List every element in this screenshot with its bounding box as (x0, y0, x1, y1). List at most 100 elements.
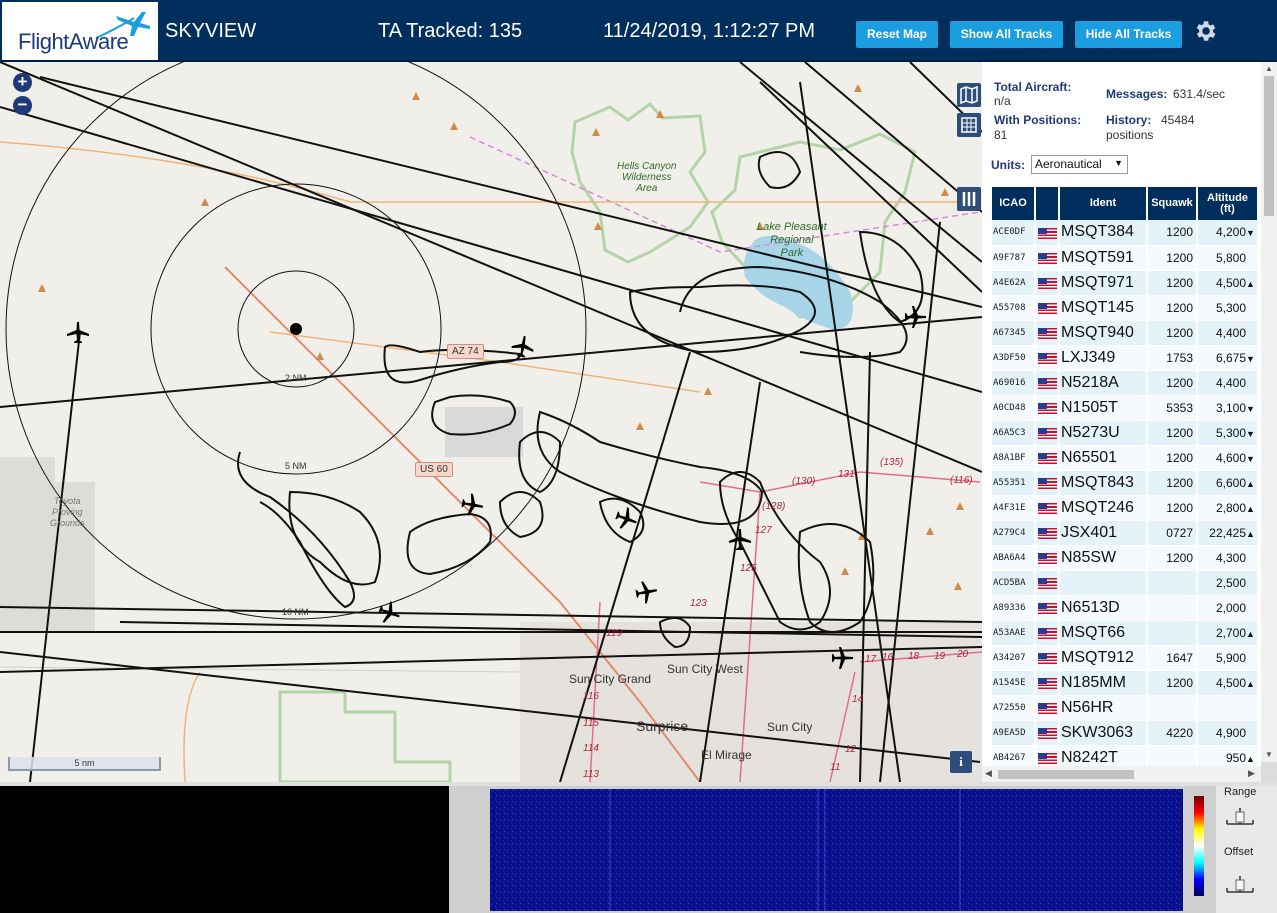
scroll-up-icon[interactable]: ▲ (1265, 64, 1273, 73)
units-select[interactable]: Aeronautical ▼ (1031, 155, 1128, 174)
table-row[interactable]: A4E62A MSQT971 1200 4,500▲ (992, 270, 1259, 296)
table-row[interactable]: ACD5BA 2,500 (992, 570, 1259, 596)
ident-cell: N1505T (1059, 395, 1148, 421)
scroll-right-icon[interactable]: ▶ (1248, 768, 1255, 779)
table-row[interactable]: ABA6A4 N85SW 1200 4,300 (992, 545, 1259, 571)
table-row[interactable]: A53AAE MSQT66 2,700▲ (992, 620, 1259, 646)
bottom-park (278, 690, 452, 782)
icao-cell: AB4267 (992, 745, 1036, 767)
table-row[interactable]: A89336 N6513D 2,000 (992, 595, 1259, 621)
column-header-squawk[interactable]: Squawk (1147, 187, 1198, 220)
icao-cell: A3DF50 (992, 345, 1036, 371)
scroll-corner (1261, 762, 1277, 782)
altitude-value: 4,900 (1215, 725, 1246, 740)
squawk-cell: 1200 (1147, 445, 1198, 471)
us-flag-icon (1038, 552, 1057, 564)
icao-cell: A34207 (992, 645, 1036, 671)
table-row[interactable]: A55351 MSQT843 1200 6,600▲ (992, 470, 1259, 496)
us-flag-icon (1038, 702, 1057, 714)
hide-all-tracks-button[interactable]: Hide All Tracks (1075, 21, 1182, 48)
offset-slider[interactable] (1225, 874, 1255, 894)
scroll-thumb[interactable] (1264, 76, 1274, 216)
column-header-icao[interactable]: ICAO (992, 187, 1036, 220)
table-row[interactable]: A4F31E MSQT246 1200 2,800▲ (992, 495, 1259, 521)
altitude-value: 4,600 (1215, 450, 1246, 465)
icao-cell: ACD5BA (992, 570, 1036, 596)
column-header-altitude[interactable]: Altitude (ft) (1197, 187, 1259, 220)
gear-icon[interactable] (1192, 18, 1218, 44)
ident-cell: MSQT384 (1059, 220, 1148, 246)
table-row[interactable]: A34207 MSQT912 1647 5,900 (992, 645, 1259, 671)
map-canvas[interactable] (0, 62, 982, 782)
table-row[interactable]: A69016 N5218A 1200 4,400 (992, 370, 1259, 396)
road-label: 115 (583, 718, 599, 729)
zoom-out-button[interactable]: − (13, 96, 32, 115)
us-flag-icon (1038, 352, 1057, 364)
squawk-cell: 1200 (1147, 295, 1198, 321)
icao-cell: A279C4 (992, 520, 1036, 546)
show-all-tracks-button[interactable]: Show All Tracks (950, 21, 1063, 48)
vertical-scrollbar[interactable]: ▲ ▼ (1261, 62, 1277, 762)
us-flag-icon (1038, 752, 1057, 764)
flag-cell (1035, 620, 1060, 646)
altitude-trend-icon: ▲ (1246, 503, 1255, 514)
table-header-row: ICAO Ident Squawk Altitude (ft) (992, 187, 1259, 220)
us-flag-icon (1038, 677, 1057, 689)
altitude-trend-icon: ▲ (1246, 528, 1255, 539)
ident-cell: MSQT66 (1059, 620, 1148, 646)
flag-cell (1035, 595, 1060, 621)
range-slider[interactable] (1225, 806, 1255, 826)
ring-5nm-label: 5 NM (285, 461, 307, 471)
aircraft-table-container[interactable]: ICAO Ident Squawk Altitude (ft) ACE0DF MS… (992, 187, 1262, 767)
surprise-label: Surprise (636, 718, 689, 734)
waterfall-panel (449, 782, 1216, 913)
table-row[interactable]: A9F787 MSQT591 1200 5,800 (992, 245, 1259, 271)
flag-cell (1035, 745, 1060, 767)
altitude-value: 4,400 (1215, 325, 1246, 340)
history-unit: positions (1106, 128, 1154, 142)
altitude-cell: 3,100▼ (1197, 395, 1259, 421)
icao-cell: A67345 (992, 320, 1036, 346)
table-row[interactable]: A55708 MSQT145 1200 5,300 (992, 295, 1259, 321)
table-row[interactable]: A1545E N185MM 1200 4,500▲ (992, 670, 1259, 696)
reset-map-button[interactable]: Reset Map (856, 21, 938, 48)
altitude-cell (1197, 695, 1259, 721)
flightaware-logo[interactable]: FlightAware (2, 2, 158, 60)
altitude-cell: 5,800 (1197, 245, 1259, 271)
road-label: 119 (606, 628, 622, 639)
grid-icon (961, 117, 977, 133)
table-row[interactable]: ACE0DF MSQT384 1200 4,200▼ (992, 220, 1259, 246)
altitude-trend-icon: ▲ (1246, 628, 1255, 639)
table-row[interactable]: A72550 N56HR (992, 695, 1259, 721)
zoom-in-button[interactable]: + (13, 73, 32, 92)
grid-toggle-button[interactable] (957, 113, 981, 137)
table-row[interactable]: A6A5C3 N5273U 1200 5,300▼ (992, 420, 1259, 446)
column-header-ident[interactable]: Ident (1059, 187, 1148, 220)
column-header-flag[interactable] (1035, 187, 1060, 220)
altitude-trend-icon: ▼ (1246, 403, 1255, 414)
table-row[interactable]: A8A1BF N65501 1200 4,600▼ (992, 445, 1259, 471)
toggle-sidebar-button[interactable] (957, 187, 981, 211)
horizontal-scrollbar[interactable]: ◀ ▶ (982, 766, 1261, 782)
info-icon[interactable]: i (950, 751, 972, 773)
map-layers-button[interactable] (957, 83, 981, 107)
icao-cell: A55708 (992, 295, 1036, 321)
map-view[interactable]: Hells Canyon Wilderness Area Lake Pleasa… (0, 62, 982, 782)
us-flag-icon (1038, 652, 1057, 664)
ta-tracked-count: TA Tracked: 135 (378, 20, 523, 42)
table-row[interactable]: A3DF50 LXJ349 1753 6,675▼ (992, 345, 1259, 371)
map-layers-icon (960, 85, 978, 105)
scroll-thumb[interactable] (998, 770, 1134, 779)
table-row[interactable]: A9EA5D SKW3063 4220 4,900 (992, 720, 1259, 746)
road-label: 123 (690, 598, 707, 609)
ident-cell: LXJ349 (1059, 345, 1148, 371)
ident-cell: N85SW (1059, 545, 1148, 571)
table-row[interactable]: AB4267 N8242T 950▲ (992, 745, 1259, 767)
us-flag-icon (1038, 727, 1057, 739)
scroll-left-icon[interactable]: ◀ (985, 768, 992, 779)
table-row[interactable]: A0CD48 N1505T 5353 3,100▼ (992, 395, 1259, 421)
table-row[interactable]: A279C4 JSX401 0727 22,425▲ (992, 520, 1259, 546)
scroll-down-icon[interactable]: ▼ (1265, 750, 1273, 759)
table-row[interactable]: A67345 MSQT940 1200 4,400 (992, 320, 1259, 346)
airplane-icon (635, 581, 658, 604)
